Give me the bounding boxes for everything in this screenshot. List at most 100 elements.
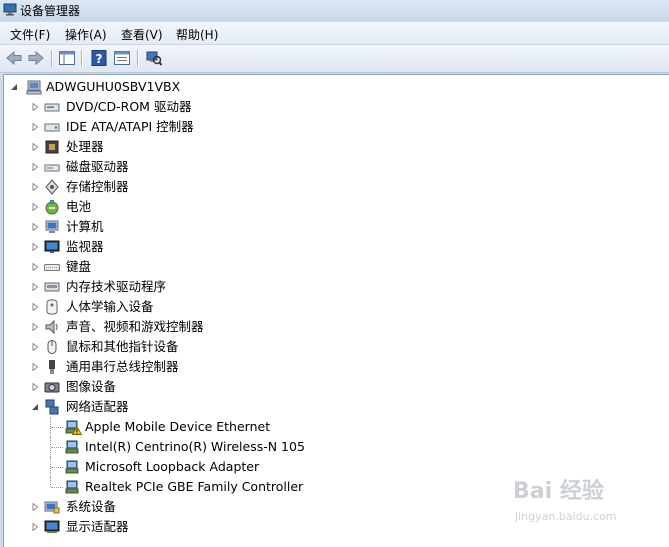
tree-item-label: 计算机 [66, 219, 104, 234]
tree-category[interactable]: 电池 [4, 197, 664, 217]
display-adapter-icon [44, 520, 60, 533]
tree-category[interactable]: 鼠标和其他指针设备 [4, 337, 664, 357]
help-icon: ? [91, 50, 107, 66]
tree-item-label: 键盘 [66, 259, 92, 274]
storage-controller-icon [45, 179, 59, 195]
tree-category[interactable]: 存储控制器 [4, 177, 664, 197]
expand-arrow-icon[interactable] [31, 343, 39, 351]
tree-category[interactable]: 内存技术驱动程序 [4, 277, 664, 297]
tree-item-label: 声音、视频和游戏控制器 [66, 319, 204, 334]
back-button[interactable] [5, 49, 23, 67]
menu-bar: 文件(F) 操作(A) 查看(V) 帮助(H) [0, 22, 669, 45]
expand-arrow-icon[interactable] [31, 303, 39, 311]
tree-category[interactable]: IDE ATA/ATAPI 控制器 [4, 117, 664, 137]
console-tree-icon [59, 51, 75, 65]
dvd-drive-icon [44, 103, 60, 112]
menu-action[interactable]: 操作(A) [65, 26, 107, 43]
usb-icon [49, 360, 55, 374]
collapse-arrow-icon[interactable] [10, 83, 18, 91]
network-adapter-icon [45, 399, 59, 415]
tree-item-label: Apple Mobile Device Ethernet [85, 419, 271, 434]
device-manager-icon [3, 3, 17, 16]
tree-item-label: DVD/CD-ROM 驱动器 [66, 99, 192, 114]
tree-category[interactable]: 图像设备 [4, 377, 664, 397]
system-device-icon [44, 501, 60, 514]
expand-arrow-icon[interactable] [31, 243, 39, 251]
tree-item-label: Microsoft Loopback Adapter [85, 459, 260, 474]
computer-icon [45, 220, 59, 233]
tree-item-label: IDE ATA/ATAPI 控制器 [66, 119, 194, 134]
expand-arrow-icon[interactable] [31, 503, 39, 511]
tree-item-label: Realtek PCIe GBE Family Controller [85, 479, 304, 494]
expand-arrow-icon[interactable] [31, 103, 39, 111]
tree-device[interactable]: Apple Mobile Device Ethernet [4, 417, 664, 437]
tree-item-label: 通用串行总线控制器 [66, 359, 179, 374]
tree-category[interactable]: DVD/CD-ROM 驱动器 [4, 97, 664, 117]
collapse-arrow-icon[interactable] [31, 403, 39, 411]
baidu-jingyan-watermark: Bai 经验 jingyan.baidu.com [513, 478, 617, 523]
expand-arrow-icon[interactable] [31, 283, 39, 291]
show-hide-console-tree-button[interactable] [58, 49, 76, 67]
tree-category[interactable]: 键盘 [4, 257, 664, 277]
expand-arrow-icon[interactable] [31, 383, 39, 391]
tree-device[interactable]: Intel(R) Centrino(R) Wireless-N 105 [4, 437, 664, 457]
tree-item-label: 存储控制器 [66, 179, 129, 194]
tree-category[interactable]: 监视器 [4, 237, 664, 257]
expand-arrow-icon[interactable] [31, 123, 39, 131]
tree-item-label: 人体学输入设备 [66, 299, 154, 314]
tree-category[interactable]: 声音、视频和游戏控制器 [4, 317, 664, 337]
network-device-icon [65, 440, 79, 454]
properties-icon [114, 51, 130, 65]
tree-item-label: 图像设备 [66, 379, 117, 394]
expand-arrow-icon[interactable] [31, 183, 39, 191]
properties-button[interactable] [113, 49, 131, 67]
expand-arrow-icon[interactable] [31, 523, 39, 531]
network-device-icon [65, 480, 79, 494]
tree-item-label: 鼠标和其他指针设备 [66, 339, 179, 354]
tree-item-label: Intel(R) Centrino(R) Wireless-N 105 [85, 439, 305, 454]
memory-icon [44, 282, 60, 292]
keyboard-icon [44, 264, 60, 271]
expand-arrow-icon[interactable] [31, 203, 39, 211]
expand-arrow-icon[interactable] [31, 363, 39, 371]
tree-item-label: 系统设备 [66, 499, 117, 514]
expand-arrow-icon[interactable] [31, 163, 39, 171]
tree-category[interactable]: 通用串行总线控制器 [4, 357, 664, 377]
menu-help[interactable]: 帮助(H) [176, 26, 218, 43]
tree-item-label: 网络适配器 [66, 399, 129, 414]
warning-icon [72, 426, 82, 435]
hid-icon [46, 299, 58, 315]
imaging-icon [44, 382, 60, 393]
tree-item-label: 监视器 [66, 239, 104, 254]
menu-view[interactable]: 查看(V) [121, 26, 163, 43]
arrow-left-icon [6, 51, 22, 65]
help-button[interactable]: ? [90, 49, 108, 67]
expand-arrow-icon[interactable] [31, 143, 39, 151]
sound-icon [45, 319, 58, 335]
tree-item-label: 显示适配器 [66, 519, 129, 534]
expand-arrow-icon[interactable] [31, 263, 39, 271]
menu-file[interactable]: 文件(F) [10, 26, 50, 43]
tree-root[interactable]: ADWGUHU0SBV1VBX [4, 77, 664, 97]
battery-icon [45, 200, 59, 215]
svg-text:?: ? [96, 52, 103, 66]
window-title: 设备管理器 [20, 4, 81, 18]
tree-category[interactable]: 网络适配器 [4, 397, 664, 417]
expand-arrow-icon[interactable] [31, 223, 39, 231]
tree-category[interactable]: 磁盘驱动器 [4, 157, 664, 177]
processor-icon [45, 140, 59, 154]
tree-category[interactable]: 处理器 [4, 137, 664, 157]
tree-category[interactable]: 计算机 [4, 217, 664, 237]
forward-button[interactable] [27, 49, 45, 67]
scan-hardware-button[interactable] [145, 49, 163, 67]
tree-category[interactable]: 人体学输入设备 [4, 297, 664, 317]
tree-item-label: 内存技术驱动程序 [66, 279, 167, 294]
title-bar: 设备管理器 [0, 0, 669, 20]
arrow-right-icon [28, 51, 44, 65]
disk-drive-icon [44, 164, 60, 172]
ide-controller-icon [44, 123, 60, 132]
tree-item-label: ADWGUHU0SBV1VBX [46, 79, 181, 94]
expand-arrow-icon[interactable] [31, 323, 39, 331]
tree-item-label: 电池 [66, 199, 92, 214]
tree-item-label: 磁盘驱动器 [66, 159, 129, 174]
